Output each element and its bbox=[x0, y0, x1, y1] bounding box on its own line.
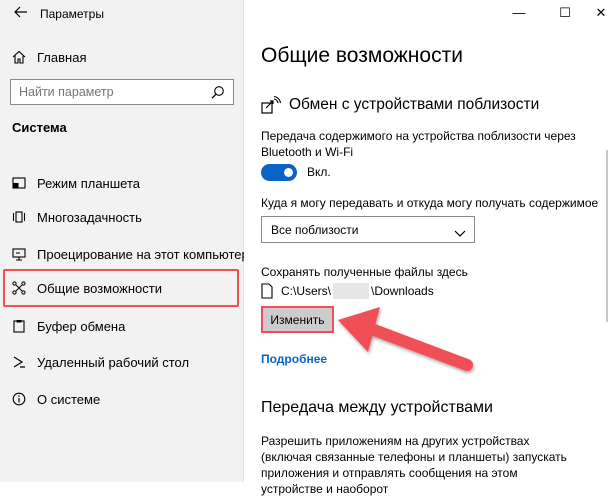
cross-device-heading: Передача между устройствами bbox=[261, 399, 493, 416]
search-box[interactable] bbox=[10, 79, 234, 105]
page-title: Общие возможности bbox=[261, 44, 463, 67]
nearby-sharing-heading: Обмен с устройствами поблизости bbox=[261, 95, 539, 114]
sharing-scope-label: Куда я могу передавать и откуда могу пол… bbox=[261, 196, 599, 210]
path-suffix: \Downloads bbox=[371, 284, 434, 298]
sidebar-item-multitasking[interactable]: Многозадачность bbox=[0, 200, 244, 234]
sidebar-item-label: Проецирование на этот компьютер bbox=[37, 246, 249, 262]
file-icon bbox=[261, 283, 273, 299]
section-title: Система bbox=[12, 120, 67, 135]
tablet-mode-icon bbox=[12, 176, 26, 190]
back-button[interactable] bbox=[14, 6, 34, 22]
maximize-button[interactable]: ☐ bbox=[550, 4, 580, 22]
chevron-down-icon bbox=[454, 225, 466, 237]
search-icon[interactable] bbox=[211, 85, 225, 99]
change-location-button[interactable]: Изменить bbox=[261, 306, 334, 333]
close-button[interactable]: ✕ bbox=[586, 4, 610, 22]
nearby-sharing-description: Передача содержимого на устройства побли… bbox=[261, 129, 576, 159]
sidebar-item-home[interactable]: Главная bbox=[0, 40, 244, 74]
home-icon bbox=[12, 50, 26, 64]
save-location-label: Сохранять полученные файлы здесь bbox=[261, 265, 468, 279]
sidebar-item-label: Буфер обмена bbox=[37, 318, 126, 334]
learn-more-link[interactable]: Подробнее bbox=[261, 352, 327, 366]
multitasking-icon bbox=[12, 210, 26, 224]
scrollbar[interactable] bbox=[606, 150, 608, 322]
dropdown-value: Все поблизости bbox=[271, 223, 359, 237]
sidebar-item-clipboard[interactable]: Буфер обмена bbox=[0, 309, 244, 343]
redacted-username bbox=[333, 283, 370, 299]
sidebar-item-about[interactable]: О системе bbox=[0, 382, 244, 416]
save-location-path: C:\Users\ \Downloads bbox=[261, 283, 434, 299]
sharing-scope-dropdown[interactable]: Все поблизости bbox=[261, 216, 475, 243]
arrow-left-icon bbox=[14, 6, 27, 18]
info-icon bbox=[12, 392, 26, 406]
sidebar-item-label: Многозадачность bbox=[37, 209, 142, 225]
toggle-knob bbox=[284, 168, 293, 177]
nearby-sharing-toggle[interactable] bbox=[261, 164, 297, 181]
path-prefix: C:\Users\ bbox=[281, 284, 332, 298]
cross-device-description: Разрешить приложениям на других устройст… bbox=[261, 434, 567, 496]
window-title: Параметры bbox=[40, 7, 104, 21]
sidebar-item-tablet-mode[interactable]: Режим планшета bbox=[0, 166, 244, 200]
sidebar-item-label: Главная bbox=[37, 49, 87, 65]
sidebar: Параметры Главная Система Режим планшета… bbox=[0, 0, 249, 482]
main-panel: — ☐ ✕ Общие возможности Обмен с устройст… bbox=[244, 0, 610, 496]
search-input[interactable] bbox=[11, 80, 191, 104]
clipboard-icon bbox=[12, 319, 26, 333]
sidebar-item-remote-desktop[interactable]: Удаленный рабочий стол bbox=[0, 345, 244, 379]
projecting-icon bbox=[12, 247, 26, 261]
sidebar-item-label: Удаленный рабочий стол bbox=[37, 354, 190, 370]
sidebar-item-label: Режим планшета bbox=[37, 175, 140, 191]
selected-item-highlight bbox=[3, 269, 239, 307]
sidebar-item-label: О системе bbox=[37, 391, 101, 407]
sidebar-item-projecting[interactable]: Проецирование на этот компьютер bbox=[0, 237, 249, 271]
toggle-state-label: Вкл. bbox=[307, 165, 331, 179]
minimize-button[interactable]: — bbox=[504, 4, 534, 22]
remote-desktop-icon bbox=[12, 355, 26, 369]
nearby-share-icon bbox=[261, 95, 282, 114]
